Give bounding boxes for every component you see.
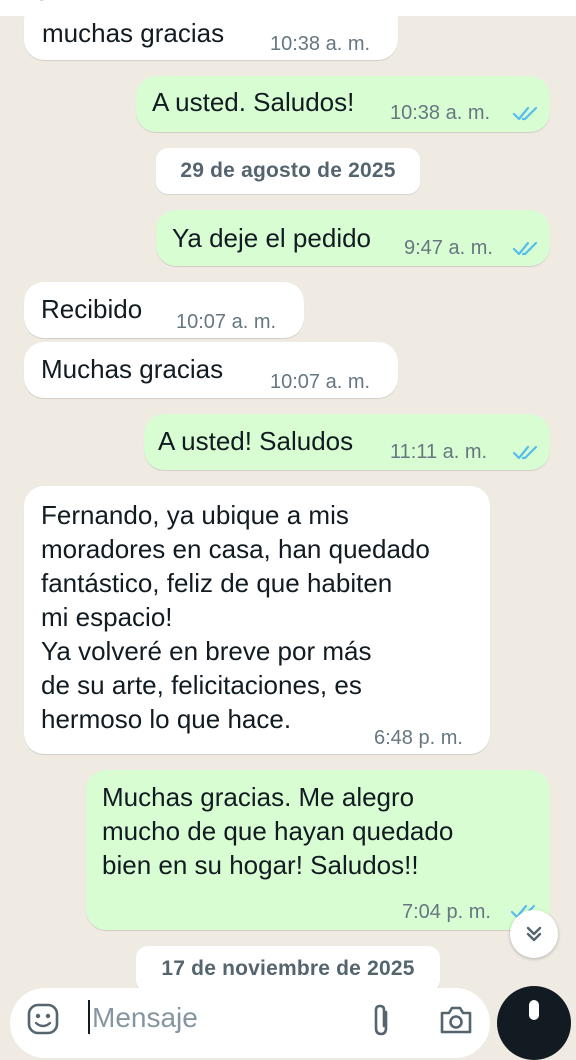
sticker-icon[interactable] [26,1002,60,1036]
message-time: 10:38 a. m. [390,102,491,124]
message-time: 6:48 p. m. [374,727,463,749]
message-text: Recibido [41,294,143,324]
message-time: 10:07 a. m. [270,371,371,393]
double-chevron-down-icon [526,926,542,942]
double-check-read-icon [512,106,538,121]
message-text: A usted. Saludos! [152,87,355,117]
message-text: muchas gracias [42,18,225,48]
message-time: 7:04 p. m. [402,901,491,923]
message-incoming[interactable]: muchas gracias 10:38 a. m. [24,0,398,60]
message-text: Muchas gracias [41,354,224,384]
message-time: 9:47 a. m. [404,237,493,259]
message-text: Muchas gracias. Me alegro mucho de que h… [102,782,454,880]
scroll-to-bottom-button[interactable] [510,910,558,958]
message-text: Ya deje el pedido [172,223,372,253]
text-caret [88,1000,90,1034]
message-incoming[interactable]: Fernando, ya ubique a mis moradores en c… [24,486,490,754]
attach-icon[interactable] [366,1002,396,1038]
double-check-read-icon [512,241,538,256]
double-check-read-icon [512,445,538,460]
message-text: A usted! Saludos [158,426,354,456]
message-outgoing[interactable]: Muchas gracias. Me alegro mucho de que h… [86,770,550,930]
message-time: 10:38 a. m. [270,33,371,55]
message-outgoing[interactable]: Ya deje el pedido 9:47 a. m. [156,210,550,266]
camera-icon[interactable] [438,1004,474,1036]
message-composer[interactable]: Mensaje [10,988,490,1058]
message-time: 10:07 a. m. [176,311,277,333]
message-input[interactable]: Mensaje [92,1002,198,1034]
message-outgoing[interactable]: A usted. Saludos! 10:38 a. m. [136,76,550,132]
message-incoming[interactable]: Recibido 10:07 a. m. [24,282,304,338]
message-incoming[interactable]: Muchas gracias 10:07 a. m. [24,342,398,398]
date-divider: 17 de noviembre de 2025 [136,946,440,992]
message-time: 11:11 a. m. [390,441,488,463]
message-outgoing[interactable]: A usted! Saludos 11:11 a. m. [144,414,550,470]
message-text: Fernando, ya ubique a mis moradores en c… [41,500,430,734]
voice-record-button[interactable] [497,986,571,1060]
date-divider: 29 de agosto de 2025 [156,148,420,194]
